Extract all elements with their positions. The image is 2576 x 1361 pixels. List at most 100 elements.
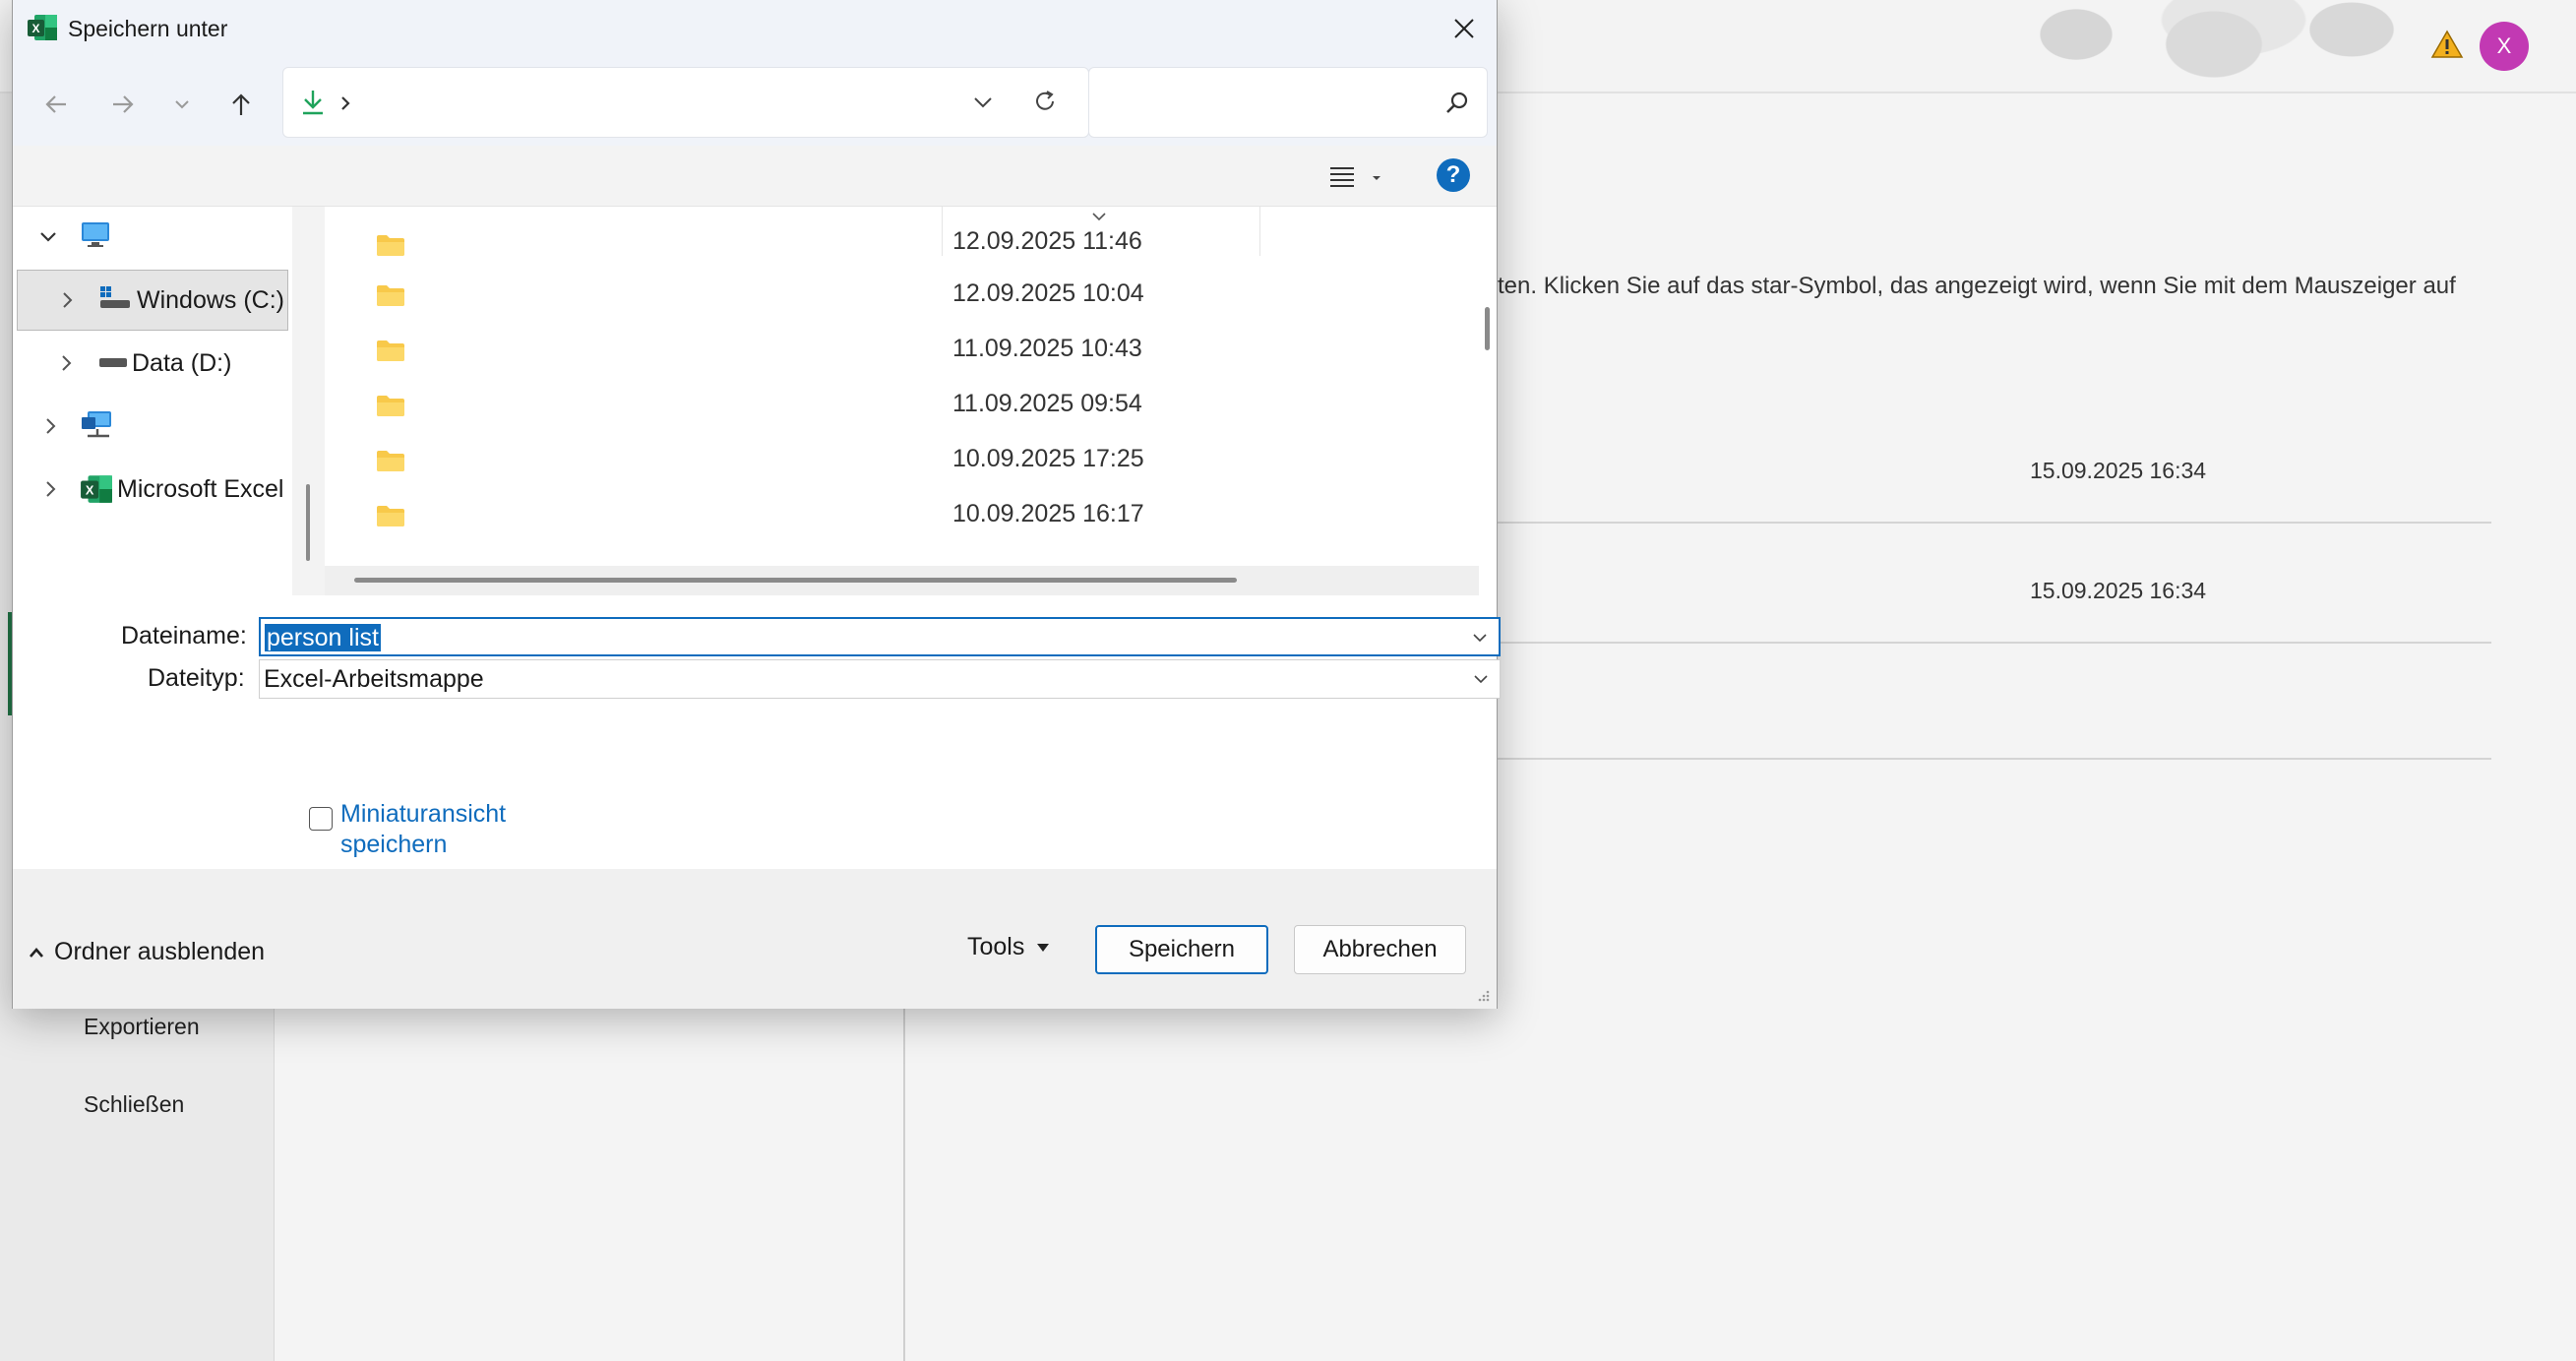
cancel-button[interactable]: Abbrechen (1294, 925, 1466, 974)
header-decoration (2017, 0, 2440, 93)
divider (1498, 642, 2491, 644)
nav-export[interactable]: Exportieren (84, 1014, 200, 1040)
filename-label: Dateiname: (121, 622, 247, 650)
recent-date: 15.09.2025 16:34 (2030, 458, 2207, 483)
file-row[interactable]: 10.09.2025 16:17 (325, 488, 1456, 543)
close-button[interactable] (1441, 6, 1487, 51)
up-button[interactable] (221, 85, 261, 124)
chevron-right-icon[interactable] (40, 479, 60, 499)
filetype-select[interactable]: Excel-Arbeitsmappe (259, 659, 1501, 699)
tree-scroll-thumb[interactable] (306, 484, 310, 561)
file-date: 11.09.2025 10:43 (952, 335, 1142, 362)
view-dropdown-icon[interactable] (1371, 173, 1382, 183)
drive-icon (99, 358, 127, 367)
tree-item-label: Microsoft Excel (117, 474, 284, 503)
tree-item-data-d[interactable]: Data (D:) (13, 333, 292, 394)
forward-button[interactable] (103, 85, 143, 124)
search-icon[interactable] (1443, 90, 1471, 117)
search-input[interactable] (1099, 82, 1434, 123)
file-list: 12.09.2025 11:46 12.09.2025 10:04 11.09.20… (325, 207, 1479, 595)
chevron-up-icon (30, 947, 43, 958)
back-button[interactable] (36, 85, 76, 124)
filename-input[interactable]: person list (259, 617, 1501, 656)
view-options-icon[interactable] (1328, 165, 1356, 189)
thumbnail-checkbox[interactable] (309, 807, 333, 831)
save-as-dialog: X Speichern unter ? Windows (C:) Data (D… (12, 0, 1501, 1009)
close-icon (1454, 19, 1474, 38)
filetype-value: Excel-Arbeitsmappe (264, 665, 484, 693)
dialog-toolbar: ? (13, 146, 1497, 207)
avatar[interactable]: X (2480, 22, 2529, 71)
file-row[interactable]: 11.09.2025 09:54 (325, 378, 1456, 433)
svg-text:X: X (86, 482, 94, 497)
file-row[interactable]: 10.09.2025 17:25 (325, 433, 1456, 488)
chevron-down-icon[interactable] (1471, 629, 1489, 647)
horizontal-scrollbar[interactable] (325, 566, 1479, 595)
resize-grip-icon[interactable] (1475, 987, 1491, 1003)
warning-icon[interactable] (2430, 30, 2464, 59)
file-row[interactable]: 11.09.2025 10:43 (325, 323, 1456, 378)
file-date: 12.09.2025 10:04 (952, 279, 1144, 307)
caret-down-icon (1037, 943, 1050, 952)
folder-icon (377, 506, 404, 526)
tree-item-label: Data (D:) (132, 348, 232, 377)
network-icon (82, 411, 111, 438)
recent-locations-button[interactable] (162, 85, 202, 124)
chevron-down-icon[interactable] (38, 227, 58, 247)
divider (1498, 522, 2491, 524)
search-box[interactable] (1088, 67, 1488, 138)
address-dropdown-icon[interactable] (972, 93, 994, 111)
tree-item-label: Windows (C:) (137, 285, 285, 314)
folder-icon (377, 396, 404, 416)
file-row[interactable]: 12.09.2025 11:46 (325, 214, 1456, 269)
file-date: 11.09.2025 09:54 (952, 390, 1142, 417)
title-bar[interactable]: X Speichern unter (13, 0, 1497, 57)
thumbnail-label[interactable]: Miniaturansicht speichern (340, 799, 557, 860)
tree-scrollbar[interactable] (292, 207, 324, 595)
chevron-right-icon[interactable] (57, 290, 77, 310)
address-bar[interactable] (282, 67, 1089, 138)
arrow-up-icon (232, 93, 250, 115)
recent-date: 15.09.2025 16:34 (2030, 578, 2207, 603)
nav-close[interactable]: Schließen (84, 1091, 184, 1118)
tree-item-network[interactable] (13, 396, 292, 457)
folder-icon (377, 340, 404, 361)
tools-menu[interactable]: Tools (967, 933, 1050, 961)
divider (1498, 758, 2491, 760)
info-text: ten. Klicken Sie auf das star-Symbol, da… (1498, 273, 2456, 299)
excel-icon: X (81, 475, 112, 503)
navigation-bar (13, 57, 1497, 146)
hide-folders-button[interactable]: Ordner ausblenden (29, 938, 265, 966)
chevron-right-icon[interactable] (338, 95, 352, 111)
horizontal-scroll-thumb[interactable] (354, 578, 1237, 583)
download-icon (303, 91, 323, 115)
excel-icon: X (28, 15, 57, 40)
chevron-down-icon[interactable] (1472, 670, 1490, 688)
help-icon[interactable]: ? (1437, 158, 1470, 192)
dialog-title: Speichern unter (68, 16, 228, 41)
computer-icon (82, 222, 109, 247)
folder-icon (377, 235, 404, 256)
file-list-scroll-thumb[interactable] (1485, 307, 1490, 350)
file-date: 10.09.2025 17:25 (952, 445, 1144, 472)
chevron-down-icon (175, 100, 189, 109)
save-form: Dateiname: person list Dateityp: Excel-A… (13, 595, 1501, 869)
tree-item-microsoft-excel[interactable]: X Microsoft Excel (13, 459, 292, 520)
chevron-right-icon[interactable] (56, 353, 76, 373)
arrow-right-icon (113, 95, 134, 113)
dialog-footer: Ordner ausblenden Tools Speichern Abbrec… (13, 869, 1497, 1009)
chevron-right-icon[interactable] (40, 416, 60, 436)
file-row[interactable]: 12.09.2025 10:04 (325, 268, 1456, 323)
tools-label: Tools (967, 933, 1025, 960)
tree-item-windows-c[interactable]: Windows (C:) (17, 270, 288, 331)
arrow-left-icon (45, 95, 66, 113)
file-date: 12.09.2025 11:46 (952, 227, 1142, 255)
filename-value[interactable]: person list (265, 624, 381, 651)
refresh-icon[interactable] (1031, 88, 1059, 115)
svg-text:X: X (31, 22, 39, 35)
windows-drive-icon (100, 286, 130, 308)
tree-item-this-pc[interactable] (13, 207, 292, 268)
save-button[interactable]: Speichern (1095, 925, 1268, 974)
folder-tree: Windows (C:) Data (D:) X Microsoft Excel (13, 207, 292, 595)
file-list-scrollbar[interactable] (1479, 207, 1497, 595)
